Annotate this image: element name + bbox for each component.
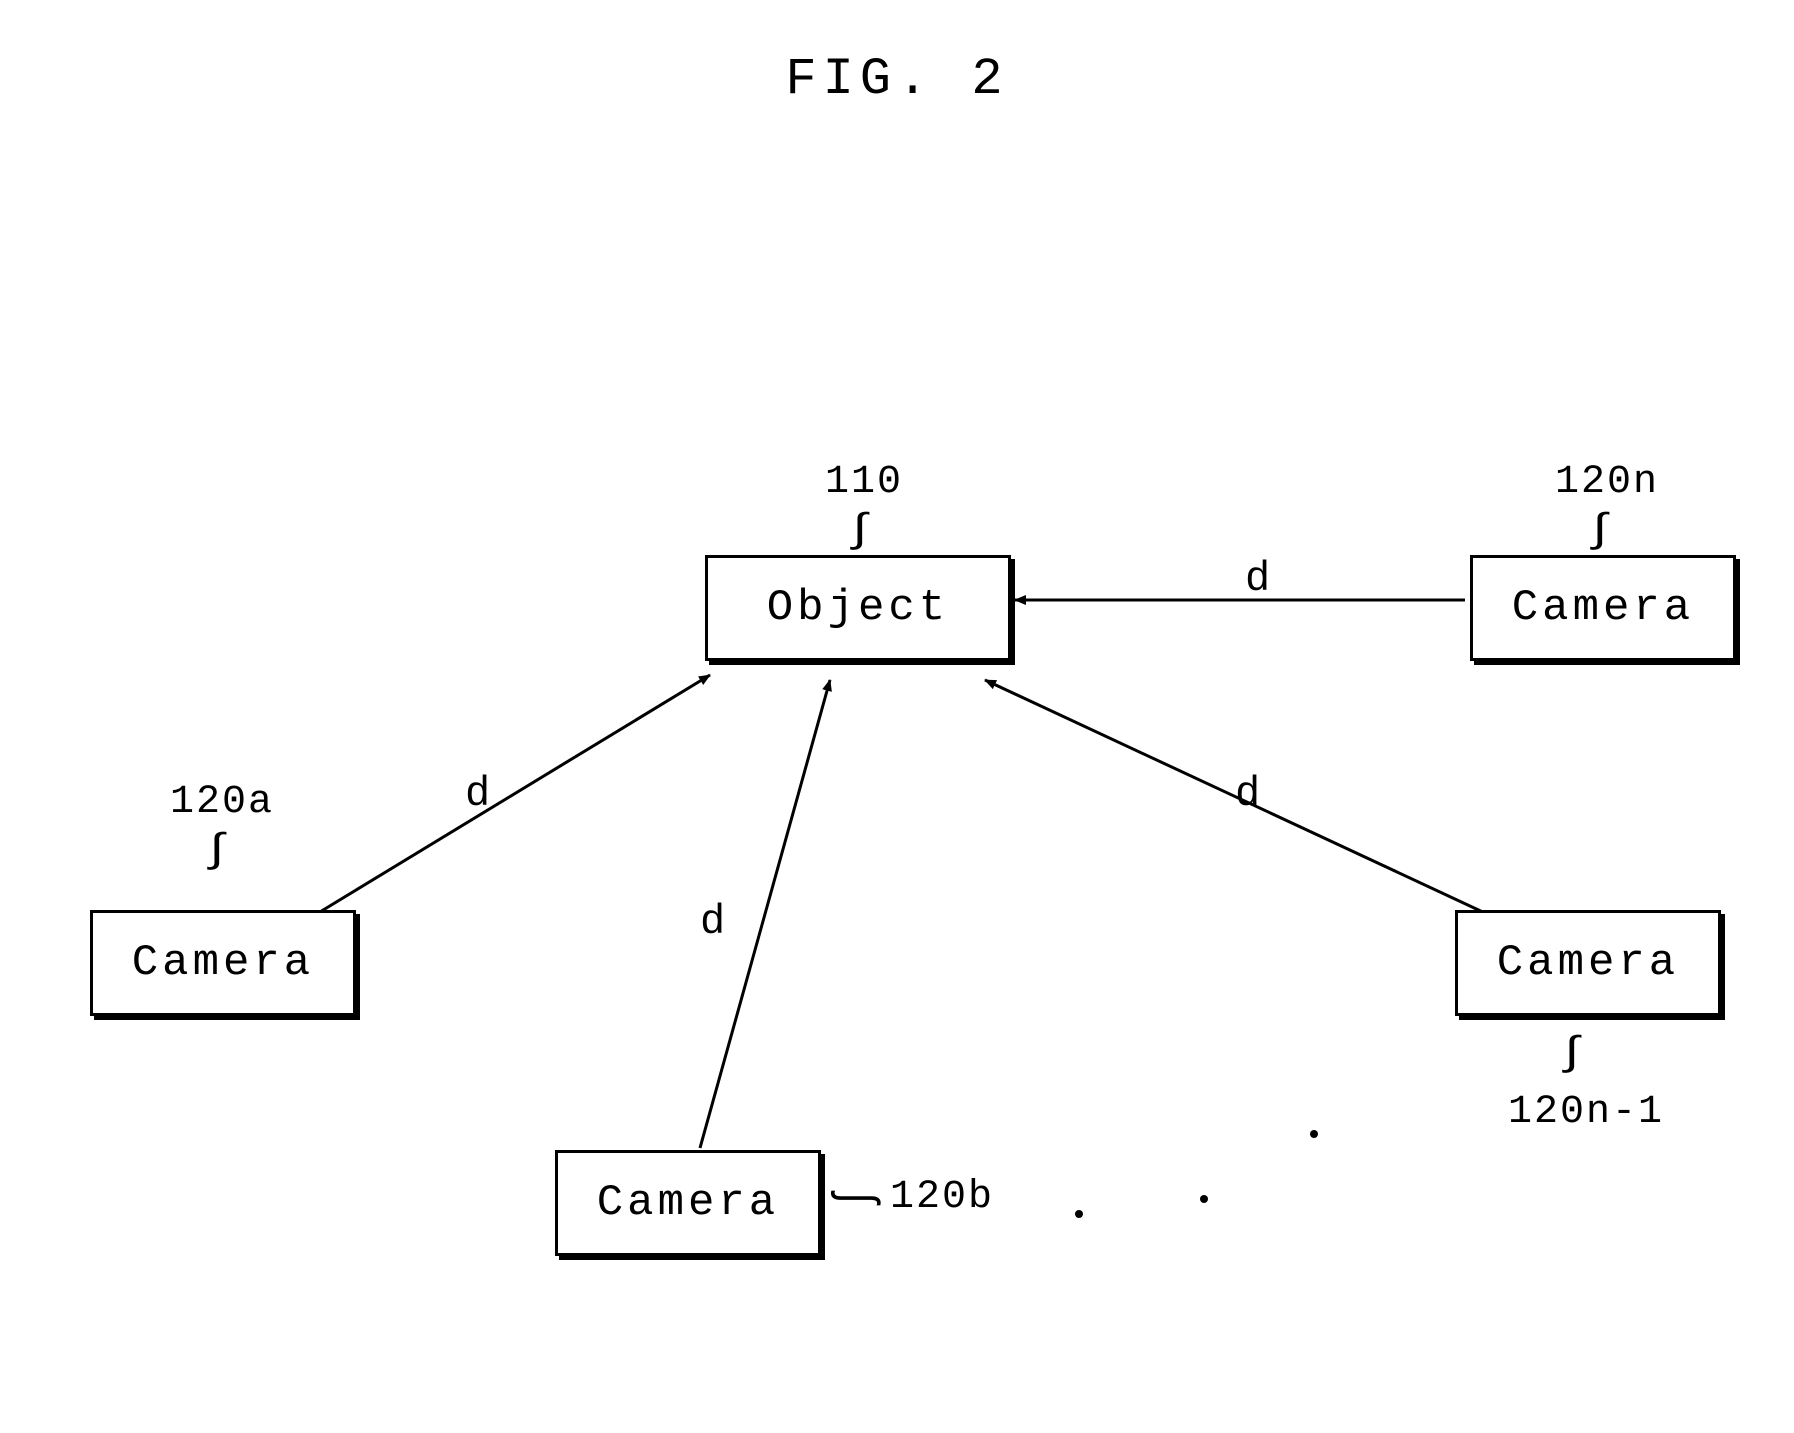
- camera-120n-box: Camera: [1470, 555, 1736, 661]
- squiggle-icon: ∫: [1556, 1035, 1587, 1075]
- camera-120b-ref: 120b: [890, 1175, 994, 1220]
- distance-120a: d: [465, 770, 490, 818]
- camera-120n-ref: 120n: [1555, 460, 1659, 505]
- object-box: Object: [705, 555, 1011, 661]
- squiggle-icon: ∫: [1584, 512, 1615, 552]
- figure-title: FIG. 2: [0, 50, 1794, 109]
- camera-120n-1-ref: 120n-1: [1508, 1090, 1664, 1135]
- camera-120n-1-box: Camera: [1455, 910, 1721, 1016]
- camera-120a-ref: 120a: [170, 780, 274, 825]
- object-label: Object: [767, 583, 949, 633]
- camera-120n-label: Camera: [1512, 583, 1694, 633]
- object-ref: 110: [825, 460, 903, 505]
- camera-120n-1-label: Camera: [1497, 938, 1679, 988]
- camera-120b-label: Camera: [597, 1178, 779, 1228]
- distance-120n-1: d: [1235, 770, 1260, 818]
- ellipsis-dot: [1200, 1195, 1208, 1203]
- squiggle-icon: ∫: [828, 1186, 880, 1210]
- squiggle-icon: ∫: [201, 832, 232, 872]
- camera-120b-box: Camera: [555, 1150, 821, 1256]
- ellipsis-dot: [1075, 1210, 1083, 1218]
- camera-120a-box: Camera: [90, 910, 356, 1016]
- distance-120b: d: [700, 898, 725, 946]
- camera-120a-label: Camera: [132, 938, 314, 988]
- ellipsis-dot: [1310, 1130, 1318, 1138]
- figure-canvas: FIG. 2 Object 110 ∫ Camera 120a ∫ d Came…: [0, 0, 1794, 1433]
- distance-120n: d: [1245, 555, 1270, 603]
- squiggle-icon: ∫: [844, 512, 875, 552]
